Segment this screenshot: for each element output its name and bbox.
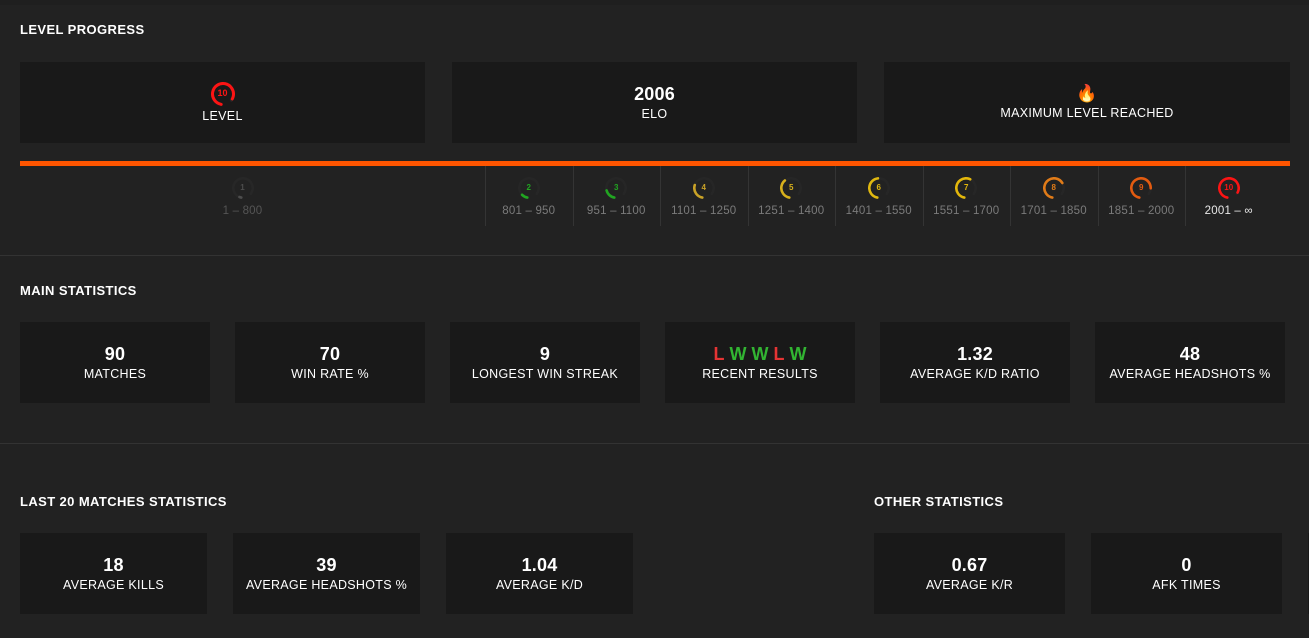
longest-streak-value: 9	[539, 343, 551, 364]
tier-7-range: 1551 – 1700	[933, 205, 1000, 217]
level-tier-4[interactable]: 4 1101 – 1250	[660, 166, 748, 231]
elo-label: ELO	[641, 106, 668, 121]
tier-6-range: 1401 – 1550	[845, 205, 912, 217]
tier-8-range: 1701 – 1850	[1020, 205, 1087, 217]
level-tier-5[interactable]: 5 1251 – 1400	[747, 166, 836, 231]
last-20-matches-cards: 18 AVERAGE KILLS 39 AVERAGE HEADSHOTS % 1.04…	[20, 533, 633, 614]
avg-headshots-label: AVERAGE HEADSHOTS %	[245, 577, 408, 592]
tier-2-gauge-icon: 2	[517, 177, 540, 199]
stats-page: LEVEL PROGRESS 10 LEVEL 2006 ELO 🔥 MAXIM…	[0, 0, 1309, 638]
recent-results-value: LWWLW	[714, 343, 807, 365]
tier-9-gauge-icon: 9	[1130, 177, 1153, 199]
recent-result-win: W	[729, 343, 747, 364]
tier-10-range: 2001 – ∞	[1204, 205, 1253, 217]
avg-headshots-card: 39 AVERAGE HEADSHOTS %	[233, 533, 420, 614]
afk-times-label: AFK TIMES	[1152, 577, 1221, 592]
avg-kd-card: 1.04 AVERAGE K/D	[446, 533, 633, 614]
level-tier-9[interactable]: 9 1851 – 2000	[1097, 166, 1186, 231]
avg-headshots-value: 39	[316, 554, 337, 575]
tier-2-range: 801 – 950	[502, 205, 556, 217]
avg-kd-ratio-value: 1.32	[957, 343, 993, 364]
afk-times-value: 0	[1181, 554, 1192, 575]
tier-5-range: 1251 – 1400	[758, 205, 825, 217]
avg-kills-card: 18 AVERAGE KILLS	[20, 533, 207, 614]
level-card-label: LEVEL	[202, 108, 243, 123]
last-20-matches-title: LAST 20 MATCHES STATISTICS	[20, 494, 227, 509]
bottom-sections: LAST 20 MATCHES STATISTICS 18 AVERAGE KIL…	[0, 443, 1309, 638]
main-statistics-cards: 90 MATCHES 70 WIN RATE % 9 LONGEST WIN STREAK…	[20, 322, 1285, 403]
tier-9-range: 1851 – 2000	[1108, 205, 1175, 217]
main-statistics-section: MAIN STATISTICS 90 MATCHES 70 WIN RATE % 9 LO…	[0, 255, 1309, 443]
avg-kr-card: 0.67 AVERAGE K/R	[874, 533, 1065, 614]
level-gauge-icon: 10	[210, 81, 235, 107]
maximum-level-label: MAXIMUM LEVEL REACHED	[1000, 105, 1174, 120]
level-card: 10 LEVEL	[20, 62, 425, 143]
longest-streak-card: 9 LONGEST WIN STREAK	[450, 322, 640, 403]
avg-kr-label: AVERAGE K/R	[925, 577, 1014, 592]
tier-3-gauge-icon: 3	[605, 177, 628, 199]
flame-icon: 🔥	[1076, 83, 1098, 103]
win-rate-label: WIN RATE %	[291, 366, 369, 381]
level-tier-1[interactable]: 1 1 – 800	[0, 171, 485, 231]
avg-kd-label: AVERAGE K/D	[495, 577, 584, 592]
tier-4-range: 1101 – 1250	[671, 205, 737, 217]
maximum-level-card: 🔥 MAXIMUM LEVEL REACHED	[884, 62, 1290, 143]
elo-card: 2006 ELO	[452, 62, 857, 143]
level-progress-title: LEVEL PROGRESS	[20, 22, 145, 37]
avg-kd-ratio-label: AVERAGE K/D RATIO	[910, 366, 1040, 381]
avg-kr-value: 0.67	[951, 554, 988, 575]
avg-kills-label: AVERAGE KILLS	[63, 577, 164, 592]
other-statistics-cards: 0.67AVERAGE K/R0AFK TIMES0LEAVE TIMES	[874, 533, 1309, 614]
level-progress-bar	[20, 161, 1290, 166]
avg-kills-value: 18	[103, 554, 124, 575]
last-20-matches-section: LAST 20 MATCHES STATISTICS 18 AVERAGE KIL…	[0, 443, 855, 638]
other-statistics-section: OTHER STATISTICS 0.67 AVERAGE K/R 0 AFK TIM…	[855, 443, 1309, 638]
avg-headshots-card: 48 AVERAGE HEADSHOTS %	[1095, 322, 1285, 403]
win-rate-value: 70	[319, 343, 341, 364]
tier-1-gauge-icon: 1	[231, 177, 254, 199]
recent-result-win: W	[789, 343, 807, 364]
level-tier-6[interactable]: 6 1401 – 1550	[835, 166, 923, 231]
avg-headshots-label: AVERAGE HEADSHOTS %	[1109, 366, 1271, 381]
main-statistics-title: MAIN STATISTICS	[20, 283, 137, 298]
matches-value: 90	[104, 343, 126, 364]
avg-kd-ratio-card: 1.32 AVERAGE K/D RATIO	[880, 322, 1070, 403]
longest-streak-label: LONGEST WIN STREAK	[471, 366, 619, 381]
tier-7-gauge-icon: 7	[955, 177, 978, 199]
other-statistics-title: OTHER STATISTICS	[874, 494, 1004, 509]
level-tier-10[interactable]: 10 2001 – ∞	[1185, 166, 1273, 231]
win-rate-card: 70 WIN RATE %	[235, 322, 425, 403]
tier-8-gauge-icon: 8	[1042, 177, 1065, 199]
level-tiers: 1 1 – 800 2 801 – 950 3 951 – 1100 4 1101 – 125…	[0, 166, 1309, 231]
level-tier-2[interactable]: 2 801 – 950	[485, 166, 573, 231]
tier-3-range: 951 – 1100	[586, 205, 646, 217]
recent-result-loss: L	[773, 343, 785, 364]
afk-times-card: 0 AFK TIMES	[1091, 533, 1282, 614]
tier-4-gauge-icon: 4	[692, 177, 715, 199]
level-progress-cards: 10 LEVEL 2006 ELO 🔥 MAXIMUM LEVEL REACHE…	[20, 62, 1290, 143]
recent-result-win: W	[751, 343, 769, 364]
tier-10-gauge-icon: 10	[1217, 177, 1240, 199]
recent-results-label: RECENT RESULTS	[702, 366, 818, 381]
level-progress-section: LEVEL PROGRESS 10 LEVEL 2006 ELO 🔥 MAXIM…	[0, 5, 1309, 255]
matches-card: 90 MATCHES	[20, 322, 210, 403]
matches-label: MATCHES	[83, 366, 147, 381]
level-tier-7[interactable]: 7 1551 – 1700	[922, 166, 1011, 231]
recent-result-loss: L	[713, 343, 725, 364]
avg-headshots-value: 48	[1179, 343, 1201, 364]
level-progress-bar-fill	[20, 161, 1290, 166]
elo-value: 2006	[634, 83, 675, 104]
recent-results-card: L W W L W RECENT RESULTS	[665, 322, 855, 403]
tier-1-range: 1 – 800	[222, 205, 263, 217]
level-tier-3[interactable]: 3 951 – 1100	[572, 166, 661, 231]
tier-5-gauge-icon: 5	[780, 177, 803, 199]
tier-6-gauge-icon: 6	[867, 177, 890, 199]
avg-kd-value: 1.04	[521, 554, 558, 575]
level-tier-8[interactable]: 8 1701 – 1850	[1010, 166, 1098, 231]
